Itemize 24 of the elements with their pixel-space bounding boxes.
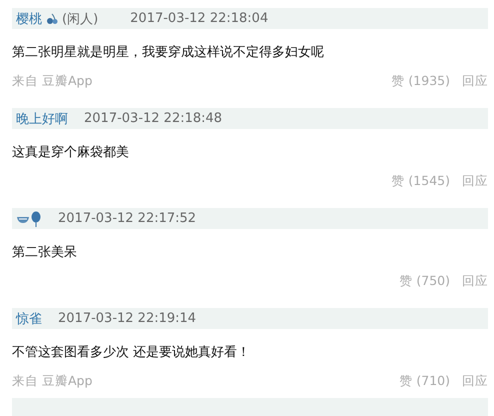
timestamp: 2017-03-12 22:19:14 [58,311,196,326]
username[interactable]: 晚上好啊 [16,110,68,128]
comment-text: 这真是穿个麻袋都美 [12,144,130,161]
like-link[interactable]: 赞 (750) [399,273,450,290]
reply-link[interactable]: 回应 [462,273,488,290]
timestamp: 2017-03-12 22:17:52 [58,211,196,226]
reply-link[interactable]: 回应 [462,373,488,390]
source-label: 来自 豆瓣App [12,73,92,90]
like-link[interactable]: 赞 (710) [399,373,450,390]
comment-text: 不管这套图看多少次 还是要说她真好看！ [12,344,252,361]
cherry-icon [46,12,58,24]
reply-link[interactable]: 回应 [462,173,488,190]
user-status: (闲人) [62,10,98,28]
like-link[interactable]: 赞 (1545) [391,173,450,190]
comment-text: 第二张明星就是明星，我要穿成这样说不定得多妇女呢 [12,44,325,61]
bowl-balloon-icon [16,210,42,226]
reply-link[interactable]: 回应 [462,73,488,90]
username[interactable]: 惊雀 [16,310,42,328]
comment-text: 第二张美呆 [12,244,78,261]
timestamp: 2017-03-12 22:18:48 [84,111,222,126]
source-label: 来自 豆瓣App [12,373,92,390]
username[interactable]: 樱桃 [16,10,42,28]
timestamp: 2017-03-12 22:18:04 [130,11,268,26]
like-link[interactable]: 赞 (1935) [391,73,450,90]
